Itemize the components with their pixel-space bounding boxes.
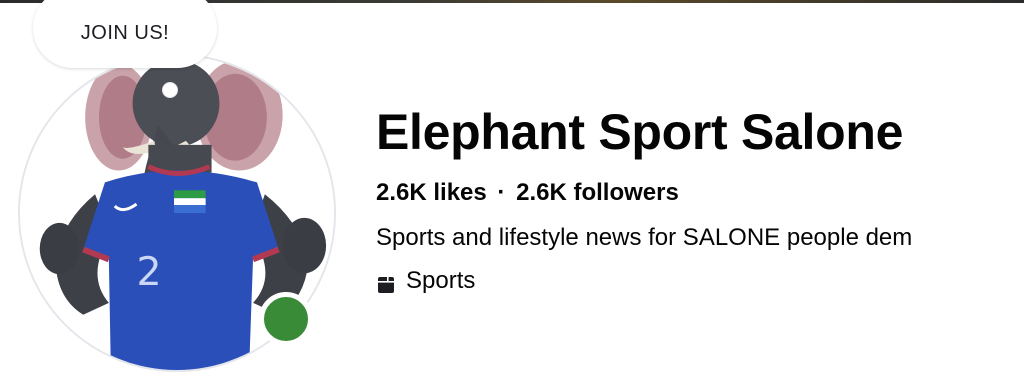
online-status-indicator [259, 292, 313, 346]
profile-picture-container[interactable]: 2 [18, 54, 336, 372]
note-bubble[interactable]: JOIN US! [33, 0, 217, 68]
stats-separator: · [497, 179, 506, 206]
likes-count-link[interactable]: 2.6K likes [376, 179, 487, 206]
note-bubble-tail [162, 82, 178, 98]
page-title: Elephant Sport Salone [376, 104, 904, 160]
tag-icon [376, 272, 396, 293]
jersey-number: 2 [137, 249, 162, 295]
page-bio: Sports and lifestyle news for SALONE peo… [376, 224, 913, 251]
page-info: Elephant Sport Salone 2.6K likes · 2.6K … [376, 100, 1024, 296]
page-category[interactable]: Sports [376, 266, 1024, 296]
followers-count-link[interactable]: 2.6K followers [516, 179, 679, 206]
note-bubble-text: JOIN US! [80, 21, 170, 44]
category-label: Sports [406, 267, 476, 294]
page-stats: 2.6K likes · 2.6K followers [376, 178, 1024, 208]
